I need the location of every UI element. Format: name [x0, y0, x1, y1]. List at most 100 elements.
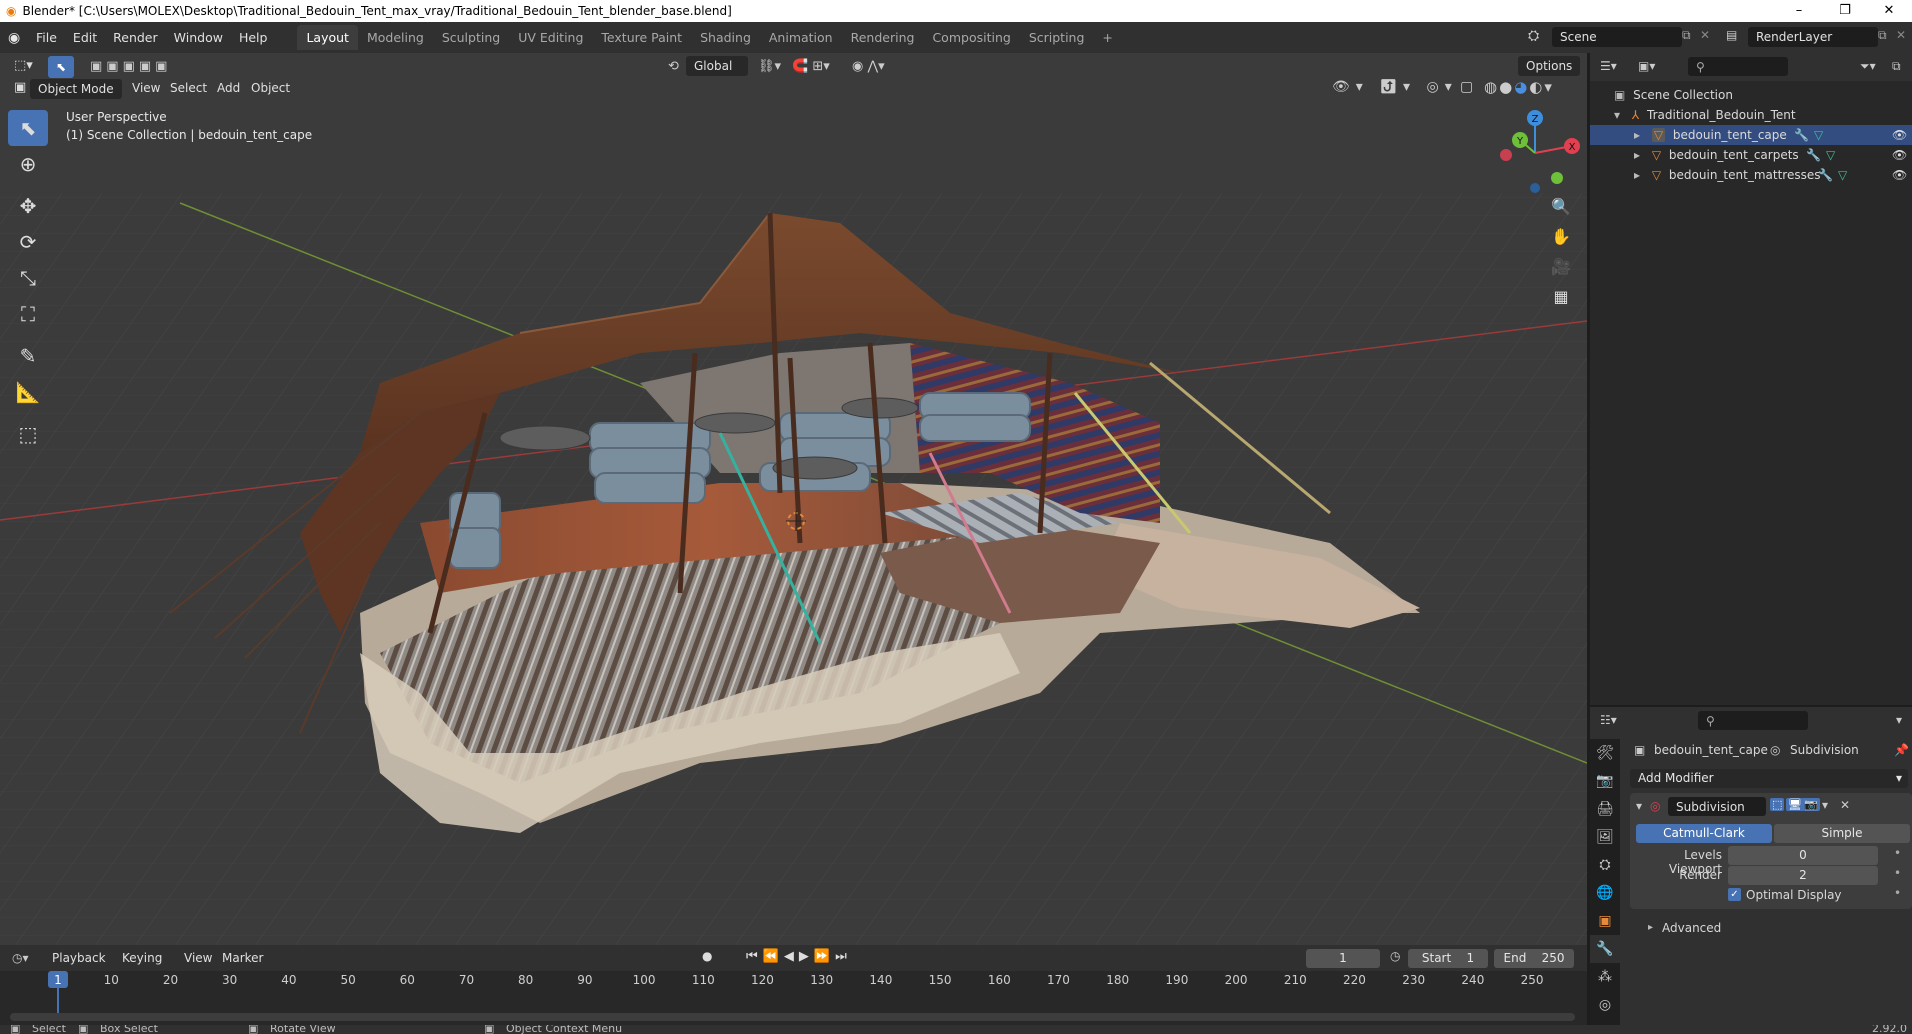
menu-render[interactable]: Render — [105, 22, 166, 53]
timeline-menu-marker[interactable]: Marker — [222, 951, 263, 965]
render-levels-field[interactable]: 2 — [1728, 866, 1878, 885]
scene-selector[interactable]: Scene — [1552, 27, 1682, 47]
ortho-grid-icon[interactable]: ▦ — [1546, 281, 1576, 311]
timeline-editor-icon[interactable]: ◷▾ — [12, 951, 29, 965]
selection-mode-icons[interactable]: ▣▣▣▣▣ — [90, 59, 171, 74]
collapse-arrow-icon[interactable]: ▾ — [1636, 799, 1642, 813]
visibility-eye-icon[interactable]: 👁 — [1892, 165, 1907, 185]
viewport-menu-add[interactable]: Add — [217, 81, 240, 95]
new-render-layer-icon[interactable]: ⧉ — [1878, 28, 1887, 43]
mesh-data-icon[interactable]: ▽ — [1826, 145, 1835, 165]
mesh-data-icon[interactable]: ▽ — [1838, 165, 1847, 185]
advanced-section[interactable]: Advanced — [1662, 921, 1721, 935]
expand-arrow-icon[interactable]: ▾ — [1614, 108, 1620, 122]
properties-options-chevron-icon[interactable]: ▾ — [1896, 713, 1902, 727]
display-mode-icon[interactable]: ▣▾ — [1638, 59, 1655, 73]
tab-scripting[interactable]: Scripting — [1020, 25, 1094, 50]
render-toggle-icon[interactable]: 📷 — [1802, 798, 1820, 811]
visibility-eye-icon[interactable]: 👁 — [1892, 145, 1907, 165]
preview-range-icon[interactable]: ◷ — [1390, 949, 1400, 963]
simple-button[interactable]: Simple — [1774, 824, 1910, 843]
expand-arrow-icon[interactable]: ▸ — [1634, 128, 1640, 142]
viewport-menu-object[interactable]: Object — [251, 81, 290, 95]
pan-hand-icon[interactable]: ✋ — [1546, 221, 1576, 251]
outliner-row-scene-collection[interactable]: ▣ Scene Collection — [1590, 85, 1912, 105]
delete-render-layer-icon[interactable]: ✕ — [1896, 28, 1906, 42]
proportional-edit-icon[interactable]: ◉ ⋀▾ — [852, 59, 885, 74]
tab-sculpting[interactable]: Sculpting — [433, 25, 509, 50]
tab-layout[interactable]: Layout — [297, 25, 358, 50]
viewport-menu-view[interactable]: View — [132, 81, 160, 95]
add-cube-tool[interactable]: ⬚ — [8, 416, 48, 452]
menu-file[interactable]: File — [28, 22, 65, 53]
pivot-icon[interactable]: ⛓▾ — [758, 59, 781, 74]
render-layer-selector[interactable]: RenderLayer — [1748, 27, 1878, 47]
advanced-expand-icon[interactable]: ▸ — [1648, 922, 1653, 933]
select-mode-icon[interactable]: ⬉ — [48, 56, 74, 78]
editor-type-icon[interactable]: ⬚▾ — [14, 58, 38, 78]
xray-icon[interactable]: ▢ — [1460, 79, 1477, 95]
tab-shading[interactable]: Shading — [691, 25, 760, 50]
timeline-scrollbar[interactable] — [10, 1013, 1575, 1021]
pin-icon[interactable]: 📌 — [1894, 743, 1909, 757]
delete-scene-icon[interactable]: ✕ — [1700, 28, 1710, 42]
visibility-eye-icon[interactable]: 👁 — [1892, 125, 1907, 145]
new-scene-icon[interactable]: ⧉ — [1682, 28, 1691, 43]
outliner-search-input[interactable]: ⚲ — [1688, 57, 1788, 76]
current-frame-field[interactable]: 1 — [1306, 949, 1380, 968]
modifier-wrench-icon[interactable]: 🔧 — [1794, 125, 1809, 145]
viewport-menu-select[interactable]: Select — [170, 81, 207, 95]
outliner-row-collection[interactable]: ▾ ⅄ Traditional_Bedouin_Tent — [1590, 105, 1912, 125]
object-mode-dropdown[interactable]: Object Mode — [30, 79, 122, 99]
scale-tool[interactable]: ⤡ — [8, 260, 48, 296]
new-collection-icon[interactable]: ⧉ — [1892, 59, 1901, 74]
filter-icon[interactable]: ⏷▾ — [1860, 59, 1876, 74]
timeline-menu-keying[interactable]: Keying — [122, 951, 162, 965]
timeline-ruler[interactable]: 1 10 20 30 40 50 60 70 80 90 100 110 120 130 140 150 160… — [0, 971, 1587, 1025]
close-window-button[interactable]: ✕ — [1866, 0, 1912, 22]
zoom-icon[interactable]: 🔍 — [1546, 191, 1576, 221]
record-keyframe-icon[interactable]: ● — [702, 949, 712, 963]
mesh-data-icon[interactable]: ▽ — [1814, 125, 1823, 145]
cursor-tool[interactable]: ⊕ — [8, 146, 48, 182]
animate-dot-icon[interactable]: • — [1894, 846, 1901, 860]
animate-dot-icon[interactable]: • — [1894, 866, 1901, 880]
optimal-display-checkbox[interactable]: ✓ — [1728, 888, 1741, 901]
playback-controls-icon[interactable]: ⏮⏪◀▶⏩⏭ — [746, 949, 852, 964]
snap-icon[interactable]: 🧲 ⊞▾ — [792, 59, 830, 74]
expand-arrow-icon[interactable]: ▸ — [1634, 168, 1640, 182]
render-tab-icon[interactable]: 📷 — [1590, 767, 1620, 795]
properties-editor-icon[interactable]: ☷▾ — [1600, 713, 1617, 727]
transform-tool[interactable]: ⛶ — [8, 296, 48, 332]
menu-edit[interactable]: Edit — [65, 22, 105, 53]
start-frame-field[interactable]: Start 1 — [1408, 949, 1488, 968]
tab-modeling[interactable]: Modeling — [358, 25, 433, 50]
minimize-button[interactable]: – — [1776, 0, 1822, 22]
menu-help[interactable]: Help — [231, 22, 276, 53]
modifier-wrench-icon[interactable]: 🔧 — [1806, 145, 1821, 165]
physics-tab-icon[interactable]: ◎ — [1590, 991, 1620, 1019]
navigation-gizmo[interactable]: Z X Y — [1490, 108, 1580, 198]
shading-mode-icons[interactable]: ◍●◕◐▾ — [1484, 78, 1554, 96]
add-workspace-button[interactable]: + — [1093, 25, 1121, 50]
levels-viewport-field[interactable]: 0 — [1728, 846, 1878, 865]
camera-view-icon[interactable]: 🎥 — [1546, 251, 1576, 281]
modifier-name-field[interactable]: Subdivision — [1668, 797, 1766, 816]
particles-tab-icon[interactable]: ⁂ — [1590, 963, 1620, 991]
select-box-tool[interactable]: ⬉ — [8, 110, 48, 146]
outliner-row-object[interactable]: ▸ ▽ bedouin_tent_carpets 🔧 ▽ 👁 — [1590, 145, 1912, 165]
annotate-tool[interactable]: ✎ — [8, 338, 48, 374]
tool-tab-icon[interactable]: 🛠 — [1590, 739, 1620, 767]
tab-rendering[interactable]: Rendering — [842, 25, 924, 50]
properties-search-input[interactable]: ⚲ — [1698, 711, 1808, 730]
measure-tool[interactable]: 📐 — [8, 374, 48, 410]
menu-window[interactable]: Window — [166, 22, 231, 53]
remove-modifier-icon[interactable]: ✕ — [1840, 798, 1850, 812]
end-frame-field[interactable]: End 250 — [1494, 949, 1574, 968]
expand-arrow-icon[interactable]: ▸ — [1634, 148, 1640, 162]
output-tab-icon[interactable]: 🖨 — [1590, 795, 1620, 823]
transform-orientation-dropdown[interactable]: Global — [686, 56, 748, 76]
tab-texture-paint[interactable]: Texture Paint — [592, 25, 691, 50]
modifier-wrench-icon[interactable]: 🔧 — [1818, 165, 1833, 185]
outliner-row-object[interactable]: ▸ ▽ bedouin_tent_mattresses 🔧 ▽ 👁 — [1590, 165, 1912, 185]
